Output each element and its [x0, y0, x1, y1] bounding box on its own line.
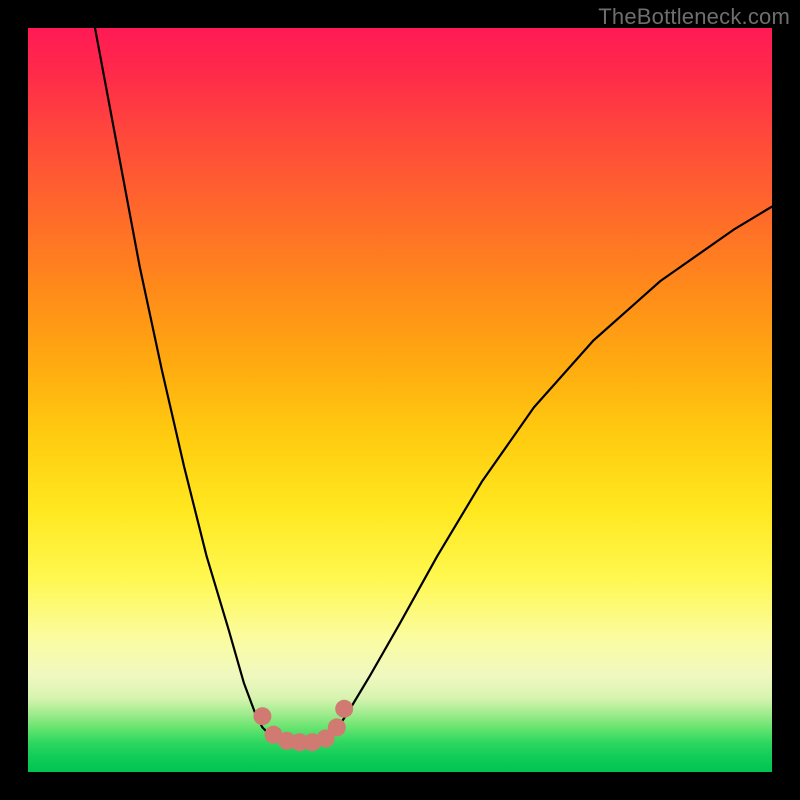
curve-layer — [95, 28, 772, 742]
plot-area — [28, 28, 772, 772]
watermark-text: TheBottleneck.com — [598, 4, 790, 30]
marker-layer — [253, 700, 353, 751]
highlight-marker — [253, 707, 271, 725]
outer-frame: TheBottleneck.com — [0, 0, 800, 800]
curve-left-branch — [95, 28, 270, 735]
highlight-marker — [335, 700, 353, 718]
curve-right-branch — [333, 207, 772, 735]
highlight-marker — [328, 718, 346, 736]
chart-svg — [28, 28, 772, 772]
